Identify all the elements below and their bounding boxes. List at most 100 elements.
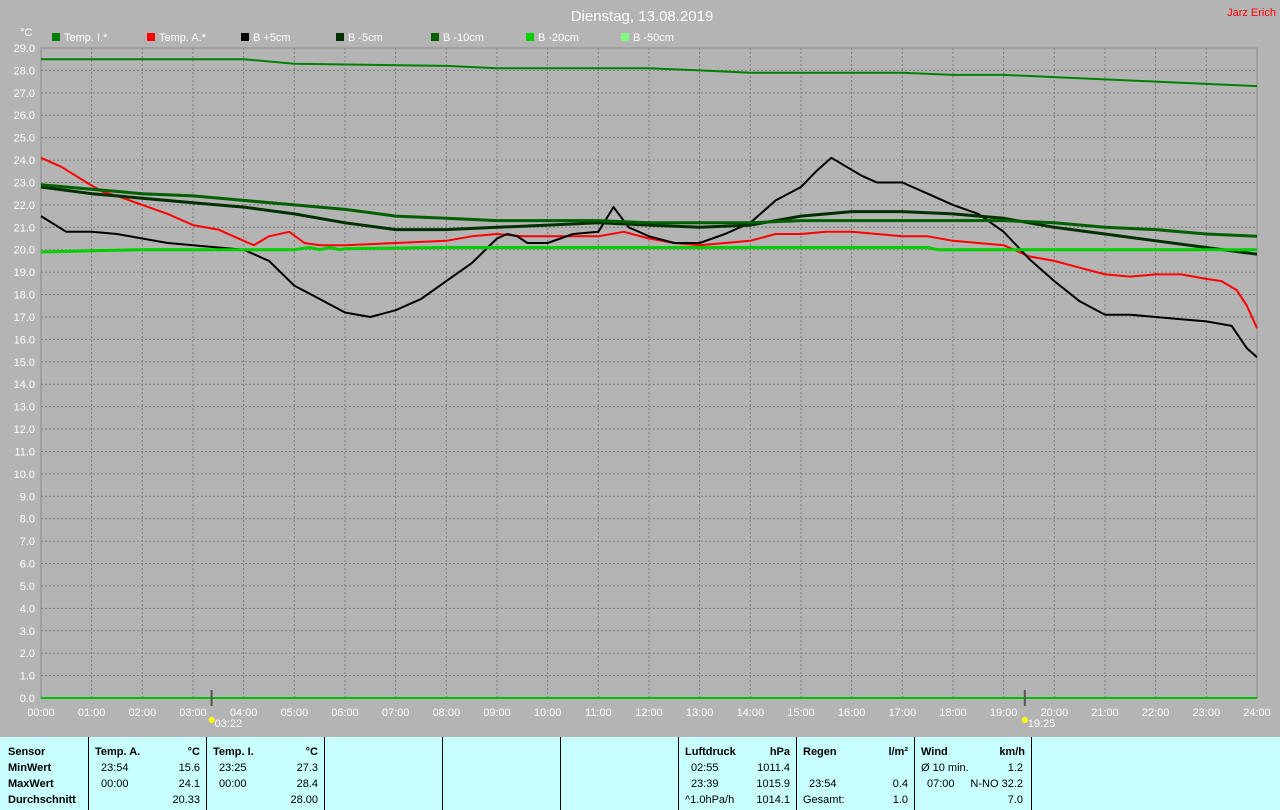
- legend-swatch: [336, 33, 344, 41]
- legend-label: Temp. I.*: [64, 32, 108, 44]
- wind-unit: km/h: [999, 746, 1025, 758]
- x-tick-label: 06:00: [331, 707, 359, 719]
- x-tick-label: 09:00: [483, 707, 511, 719]
- legend-label: Temp. A.*: [159, 32, 207, 44]
- y-tick-label: 16.0: [14, 334, 35, 346]
- stats-rain-column: Regen l/m² 23:54 0.4 Gesamt: 1.0: [796, 737, 914, 810]
- series-line: [40, 156, 1258, 329]
- wind-row3-value: 7.0: [1007, 794, 1023, 806]
- y-tick-label: 27.0: [14, 88, 35, 100]
- y-tick-label: 10.0: [14, 469, 35, 481]
- x-tick-label: 13:00: [686, 707, 714, 719]
- y-tick-label: 6.0: [20, 559, 35, 571]
- x-tick-label: 21:00: [1091, 707, 1119, 719]
- y-tick-label: 0.0: [20, 693, 35, 705]
- x-tick-label: 10:00: [534, 707, 562, 719]
- stats-empty-column-3: [560, 737, 678, 810]
- max-label: MaxWert: [8, 778, 54, 790]
- temp-a-min-value: 15.6: [178, 762, 200, 774]
- stats-sensor-column: Sensor MinWert MaxWert Durchschnitt: [0, 737, 88, 810]
- pressure-trend-label: ^1.0hPa/h: [685, 794, 735, 806]
- legend-label: B -5cm: [348, 32, 383, 44]
- temp-a-max-value: 24.1: [178, 778, 200, 790]
- sensor-header: Sensor: [8, 746, 46, 758]
- x-tick-label: 11:00: [585, 707, 612, 719]
- pressure-unit: hPa: [769, 746, 790, 758]
- x-tick-label: 00:00: [27, 707, 55, 719]
- y-tick-label: 19.0: [14, 267, 35, 279]
- rain-total-value: 1.0: [892, 794, 908, 806]
- x-tick-label: 24:00: [1243, 707, 1271, 719]
- x-tick-label: 15:00: [787, 707, 815, 719]
- x-tick-label: 07:00: [382, 707, 410, 719]
- legend-swatch: [52, 33, 60, 41]
- x-tick-label: 19:00: [990, 707, 1018, 719]
- wind-max-time: 07:00: [927, 778, 955, 790]
- y-tick-label: 9.0: [20, 491, 35, 503]
- chart-title: Dienstag, 13.08.2019: [571, 8, 714, 25]
- statistics-panel: Sensor MinWert MaxWert Durchschnitt Temp…: [0, 737, 1280, 810]
- pressure-min-value: 1011.4: [757, 762, 790, 774]
- temp-i-min-time: 23:25: [219, 762, 247, 774]
- temp-i-average: 28.00: [290, 794, 318, 806]
- y-tick-label: 21.0: [14, 222, 35, 234]
- y-axis-unit: °C: [20, 27, 32, 39]
- y-tick-label: 17.0: [14, 312, 35, 324]
- temp-a-max-time: 00:00: [101, 778, 129, 790]
- temp-i-min-value: 27.3: [296, 762, 318, 774]
- y-tick-label: 14.0: [14, 379, 35, 391]
- legend-label: B -10cm: [443, 32, 484, 44]
- stats-temp-i-column: Temp. I. °C 23:25 27.3 00:00 28.4 28.00: [206, 737, 324, 810]
- avg-label: Durchschnitt: [8, 794, 76, 806]
- temp-i-header: Temp. I.: [213, 746, 254, 758]
- legend-swatch: [147, 33, 155, 41]
- x-tick-label: 03:00: [179, 707, 207, 719]
- temp-a-unit: °C: [187, 746, 200, 758]
- legend-label: B -50cm: [633, 32, 674, 44]
- y-tick-label: 11.0: [14, 446, 35, 458]
- x-tick-label: 02:00: [129, 707, 157, 719]
- x-tick-label: 08:00: [433, 707, 461, 719]
- x-tick-label: 01:00: [78, 707, 106, 719]
- x-tick-label: 12:00: [635, 707, 663, 719]
- y-tick-label: 29.0: [14, 43, 35, 55]
- x-tick-label: 05:00: [281, 707, 309, 719]
- y-tick-label: 18.0: [14, 290, 35, 302]
- pressure-min-time: 02:55: [691, 762, 719, 774]
- y-tick-label: 25.0: [14, 133, 35, 145]
- pressure-current-value: 1014.1: [756, 794, 790, 806]
- temp-a-average: 20.33: [172, 794, 200, 806]
- y-tick-label: 4.0: [20, 603, 35, 615]
- x-tick-label: 22:00: [1142, 707, 1170, 719]
- y-tick-label: 12.0: [14, 424, 35, 436]
- x-tick-label: 23:00: [1193, 707, 1221, 719]
- legend-label: B -20cm: [538, 32, 579, 44]
- rain-value: 0.4: [892, 778, 908, 790]
- legend-swatch: [526, 33, 534, 41]
- y-tick-label: 23.0: [14, 177, 35, 189]
- stats-pressure-column: Luftdruck hPa 02:55 1011.4 23:39 1015.9 …: [678, 737, 796, 810]
- stats-empty-column-2: [442, 737, 560, 810]
- temperature-chart: Dienstag, 13.08.2019 Jarz Erich °C Temp.…: [14, 7, 1276, 730]
- x-tick-label: 18:00: [939, 707, 967, 719]
- x-tick-label: 16:00: [838, 707, 866, 719]
- wind-header: Wind: [921, 746, 948, 758]
- temp-i-unit: °C: [305, 746, 318, 758]
- min-label: MinWert: [8, 762, 52, 774]
- wind-avg-value: 1.2: [1007, 762, 1023, 774]
- y-tick-label: 24.0: [14, 155, 35, 167]
- y-tick-label: 8.0: [20, 514, 35, 526]
- y-axis-ticks: 0.0 1.0 2.0 3.0 4.0 5.0 6.0 7.0 8.0 9.0 10.0 11.0 12…: [14, 43, 35, 705]
- rain-unit: l/m²: [888, 746, 908, 758]
- temp-i-max-value: 28.4: [296, 778, 318, 790]
- x-tick-label: 17:00: [889, 707, 917, 719]
- legend: Temp. I.* Temp. A.* B +5cm B -5cm B -10cm B -…: [52, 32, 674, 44]
- temp-i-max-time: 00:00: [219, 778, 247, 790]
- y-tick-label: 3.0: [20, 626, 35, 638]
- grid: [40, 47, 1258, 699]
- y-tick-label: 15.0: [14, 357, 35, 369]
- legend-swatch: [241, 33, 249, 41]
- author-label: Jarz Erich: [1227, 7, 1276, 19]
- y-tick-label: 22.0: [14, 200, 35, 212]
- y-tick-label: 28.0: [14, 65, 35, 77]
